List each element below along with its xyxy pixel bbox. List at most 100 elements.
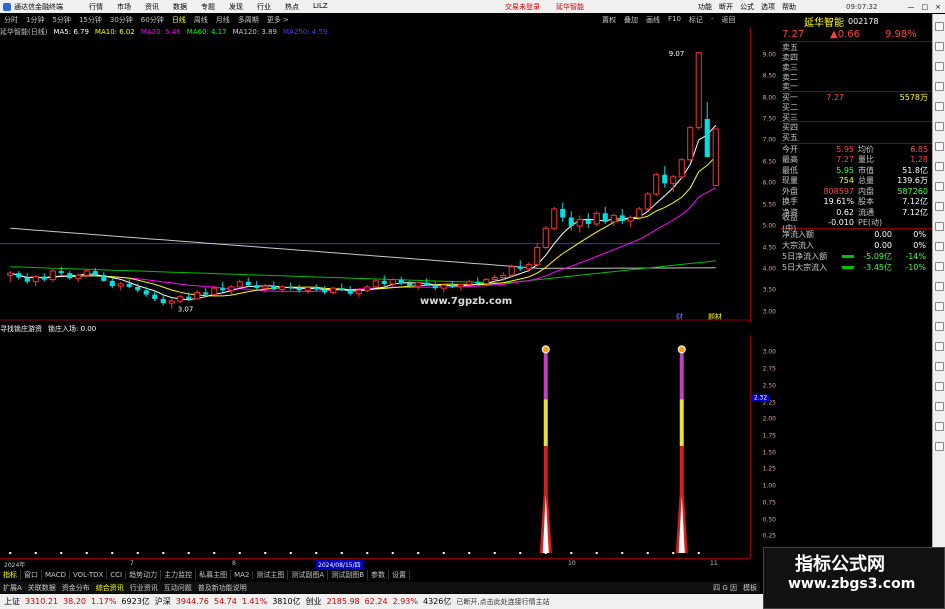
tool-button[interactable]: 置权: [598, 15, 620, 25]
indicator-tab[interactable]: 主力监控: [161, 570, 197, 580]
period-tab[interactable]: 更多 >: [263, 15, 293, 25]
index-name[interactable]: 创业: [306, 596, 322, 607]
template-button[interactable]: 模板: [740, 583, 760, 593]
side-tab-icon[interactable]: [935, 362, 944, 371]
indicator-tab[interactable]: CCI: [107, 571, 127, 579]
indicator-tab[interactable]: 窗口: [21, 570, 42, 580]
side-tab-icon[interactable]: [935, 422, 944, 431]
side-tab-icon[interactable]: [935, 22, 944, 31]
ma-legend: 延华智能(日线) MA5: 6.79 MA10: 6.02 MA20: 5.46…: [0, 27, 333, 37]
index-name[interactable]: 沪深: [155, 596, 171, 607]
side-tab-icon[interactable]: [935, 222, 944, 231]
tool-button[interactable]: 画线: [642, 15, 664, 25]
candle-body: [415, 282, 422, 287]
side-tab-icon[interactable]: [935, 142, 944, 151]
connection-status[interactable]: 已断开,点击此处连接行情主站: [456, 597, 549, 607]
menu-item[interactable]: 资讯: [138, 2, 166, 12]
menu-options[interactable]: 选项: [761, 2, 775, 12]
price-change-pct: 9.98%: [885, 29, 917, 40]
indicator-tab-selected[interactable]: 指标: [0, 570, 21, 580]
side-tab-icon[interactable]: [935, 382, 944, 391]
side-tab-icon[interactable]: [935, 122, 944, 131]
side-tab-icon[interactable]: [935, 62, 944, 71]
menu-item[interactable]: 行业: [250, 2, 278, 12]
menu-item[interactable]: 数据: [166, 2, 194, 12]
menu-item[interactable]: LILZ: [306, 2, 335, 12]
menu-item[interactable]: 发现: [222, 2, 250, 12]
period-tab[interactable]: 5分钟: [48, 15, 74, 25]
tool-button[interactable]: 返回: [717, 15, 739, 25]
stat-key: 最高: [782, 155, 798, 165]
indicator-tab[interactable]: 参数: [368, 570, 390, 580]
menu-item[interactable]: 专题: [194, 2, 222, 12]
info-tab[interactable]: 互动问题: [161, 583, 195, 593]
side-tab-icon[interactable]: [935, 402, 944, 411]
side-tab-icon[interactable]: [935, 302, 944, 311]
info-tab[interactable]: 资金分布: [59, 583, 93, 593]
menu-formula[interactable]: 公式: [740, 2, 754, 12]
side-tab-icon[interactable]: [935, 242, 944, 251]
period-tab-selected[interactable]: 日线: [168, 15, 190, 25]
menu-item[interactable]: 市场: [110, 2, 138, 12]
tool-button[interactable]: F10: [664, 15, 685, 25]
candle-body: [228, 286, 235, 291]
menu-disconnect[interactable]: 断开: [719, 2, 733, 12]
period-tab[interactable]: 30分钟: [106, 15, 137, 25]
side-tab-icon[interactable]: [935, 102, 944, 111]
info-tab[interactable]: 普及新功能说明: [195, 583, 250, 593]
indicator-tab[interactable]: MA2: [231, 571, 254, 579]
side-tab-icon[interactable]: [935, 442, 944, 451]
indicator-tab[interactable]: 趋势动力: [126, 570, 162, 580]
info-tab[interactable]: 行业资讯: [127, 583, 161, 593]
index-name[interactable]: 上证: [4, 596, 20, 607]
candle-body: [135, 286, 141, 291]
stock-name[interactable]: 延华智能: [804, 14, 844, 29]
side-tab-icon[interactable]: [935, 182, 944, 191]
side-tab-icon[interactable]: [935, 202, 944, 211]
candlestick-chart[interactable]: 9.073.07财 题材: [0, 38, 750, 321]
side-tab-icon[interactable]: [935, 282, 944, 291]
indicator-tab[interactable]: 设置: [389, 570, 411, 580]
period-tab[interactable]: 1分钟: [22, 15, 48, 25]
side-tab-icon[interactable]: [935, 262, 944, 271]
flow-bar: [842, 255, 854, 258]
side-tab-icon[interactable]: [935, 322, 944, 331]
period-tab[interactable]: 多周期: [234, 15, 263, 25]
trade-login-link[interactable]: 交易未登录: [505, 2, 540, 12]
index-value: 2185.98: [326, 597, 360, 606]
minimize-icon[interactable]: —: [908, 3, 915, 11]
side-tab-icon[interactable]: [935, 162, 944, 171]
close-icon[interactable]: ×: [935, 3, 941, 11]
period-tab[interactable]: 分时: [0, 15, 22, 25]
side-tab-icon[interactable]: [935, 342, 944, 351]
indicator-tab[interactable]: MACD: [42, 571, 70, 579]
period-tab[interactable]: 月线: [212, 15, 234, 25]
period-tab[interactable]: 15分钟: [75, 15, 106, 25]
tool-button[interactable]: 叠加: [620, 15, 642, 25]
info-tab[interactable]: 综合资讯: [93, 583, 127, 593]
maximize-icon[interactable]: □: [922, 3, 929, 11]
menu-function[interactable]: 功能: [698, 2, 712, 12]
info-tab[interactable]: 扩展A: [0, 583, 25, 593]
stats-row: 买五: [780, 133, 932, 144]
period-tab[interactable]: 周线: [190, 15, 212, 25]
menu-item[interactable]: 行情: [82, 2, 110, 12]
indicator-tab[interactable]: 测试副图B: [328, 570, 369, 580]
side-tab-icon[interactable]: [935, 82, 944, 91]
stock-name-link[interactable]: 延华智能: [556, 2, 584, 12]
indicator-tab[interactable]: 测试副图A: [288, 570, 329, 580]
menu-item[interactable]: 热点: [278, 2, 306, 12]
indicator-tab[interactable]: VOL-TDX: [70, 571, 108, 579]
tool-button[interactable]: -: [707, 15, 718, 25]
indicator-tab[interactable]: 私募主图: [196, 570, 232, 580]
indicator-tab[interactable]: 测试主图: [253, 570, 289, 580]
period-tab[interactable]: 60分钟: [137, 15, 168, 25]
tool-button[interactable]: 标记: [685, 15, 707, 25]
signal-indicator-chart[interactable]: [0, 335, 750, 558]
date-cursor-label: 2024/08/15/四: [316, 560, 363, 569]
side-tab-icon[interactable]: [935, 42, 944, 51]
candle-body: [347, 290, 353, 294]
layout-icons[interactable]: 四 G 因: [710, 583, 740, 593]
info-tab[interactable]: 关联数据: [25, 583, 59, 593]
menu-help[interactable]: 帮助: [782, 2, 796, 12]
